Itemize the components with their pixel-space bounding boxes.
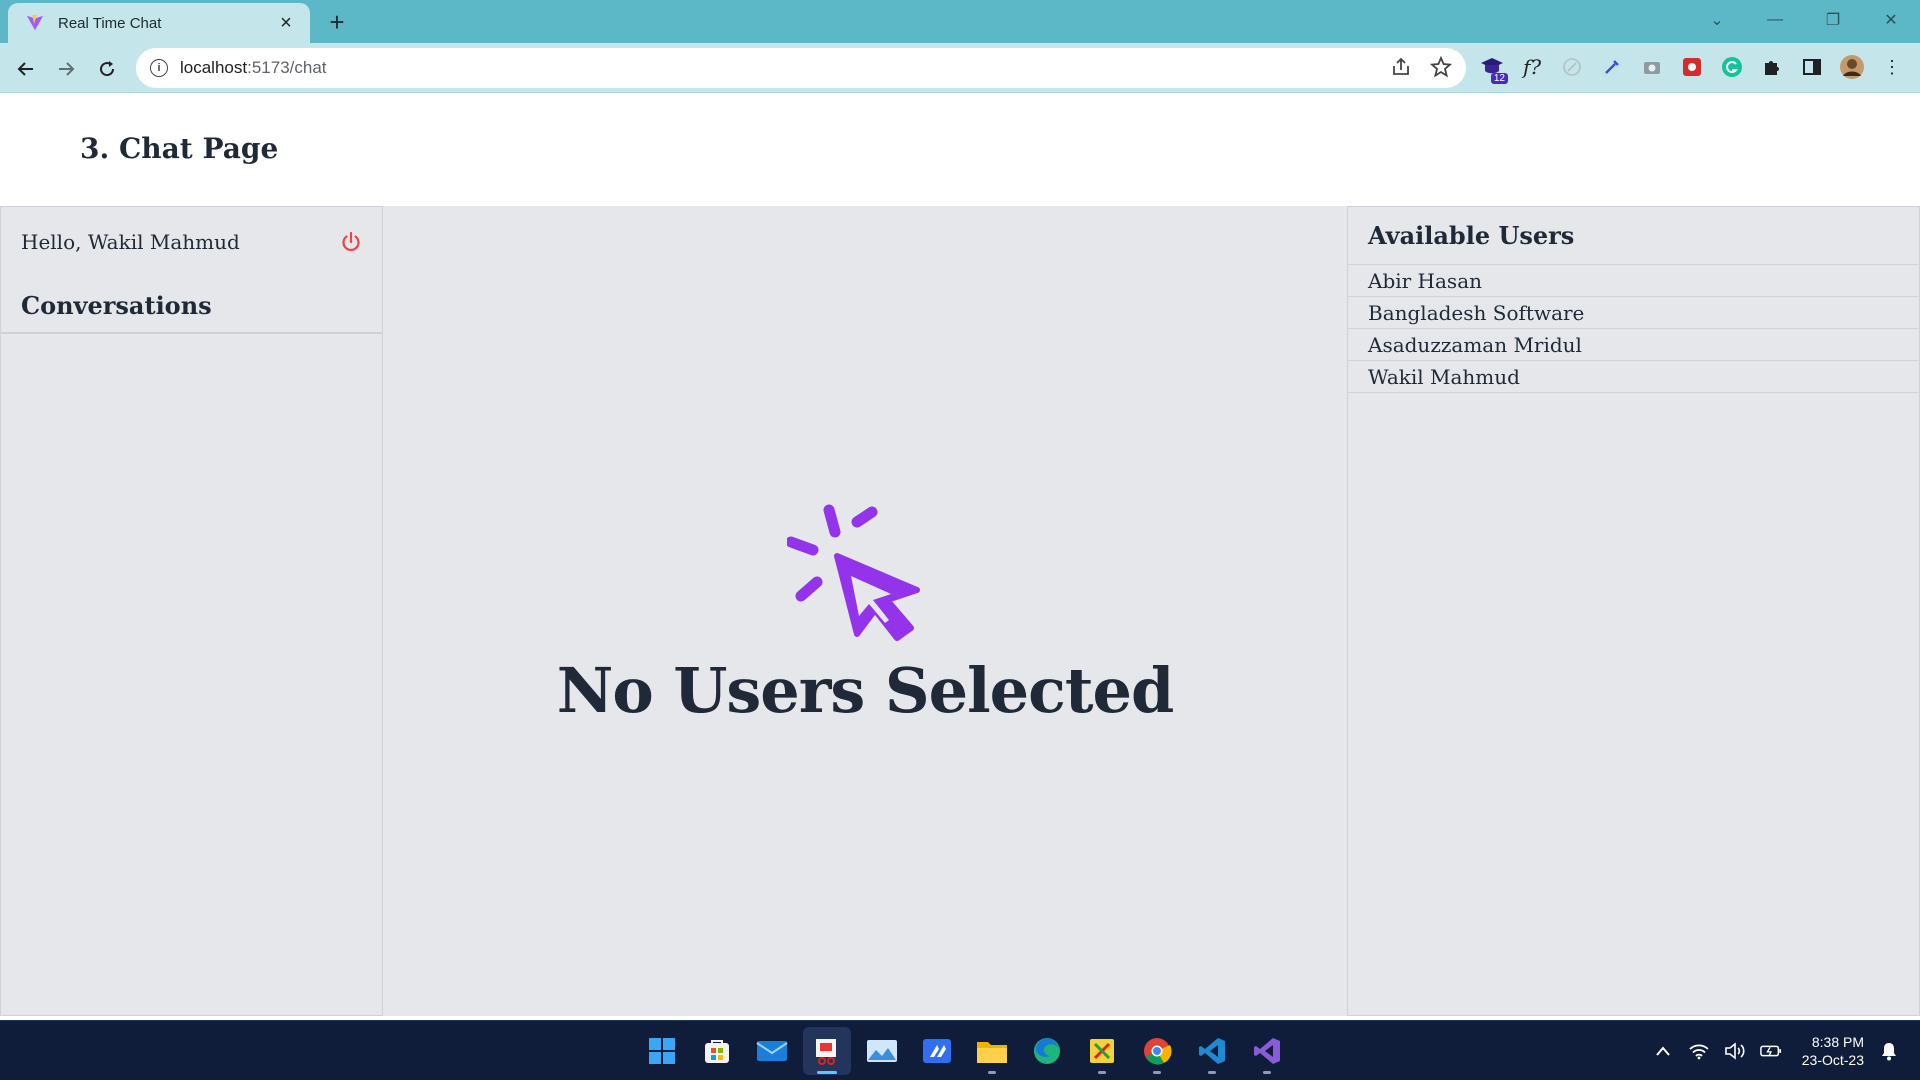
sticky-app-icon[interactable] xyxy=(1078,1027,1126,1075)
tab-search-icon[interactable]: ⌄ xyxy=(1688,0,1746,40)
disabled-extension-icon[interactable] xyxy=(1558,51,1586,83)
profile-avatar[interactable] xyxy=(1838,51,1866,83)
greeting-text: Hello, Wakil Mahmud xyxy=(21,230,240,254)
notification-bell-icon[interactable] xyxy=(1878,1040,1900,1062)
system-clock[interactable]: 8:38 PM 23-Oct-23 xyxy=(1802,1033,1864,1069)
windows-taskbar: 8:38 PM 23-Oct-23 xyxy=(0,1020,1920,1080)
volume-icon[interactable] xyxy=(1724,1040,1746,1062)
grammarly-icon[interactable] xyxy=(1718,51,1746,83)
browser-tab[interactable]: Real Time Chat × xyxy=(8,3,310,43)
cursor-click-icon xyxy=(787,504,920,641)
address-bar[interactable]: i localhost:5173/chat xyxy=(136,48,1466,88)
chrome-icon[interactable] xyxy=(1133,1027,1181,1075)
conversations-heading: Conversations xyxy=(21,291,212,320)
windows-start-icon[interactable] xyxy=(638,1027,686,1075)
browser-tab-bar: Real Time Chat × + ⌄ — ❐ ✕ xyxy=(0,0,1920,43)
close-window-icon[interactable]: ✕ xyxy=(1862,0,1920,40)
microsoft-store-icon[interactable] xyxy=(693,1027,741,1075)
running-indicator xyxy=(988,1071,996,1074)
running-indicator xyxy=(1098,1071,1106,1074)
extensions-puzzle-icon[interactable] xyxy=(1758,51,1786,83)
page-header: 3. Chat Page xyxy=(0,94,1920,206)
visual-studio-icon[interactable] xyxy=(1243,1027,1291,1075)
extensions-row: 12 f? ⋮ xyxy=(1478,51,1906,84)
running-indicator xyxy=(1208,1071,1216,1074)
window-controls: ⌄ — ❐ ✕ xyxy=(1688,0,1920,40)
back-arrow-icon[interactable] xyxy=(10,53,42,85)
snipping-tool-icon[interactable] xyxy=(803,1027,851,1075)
running-indicator xyxy=(1263,1071,1271,1074)
photos-icon[interactable] xyxy=(858,1027,906,1075)
running-indicator xyxy=(1153,1071,1161,1074)
active-indicator xyxy=(817,1071,837,1074)
user-list-item[interactable]: Asaduzzaman Mridul xyxy=(1348,329,1919,361)
browser-menu-icon[interactable]: ⋮ xyxy=(1878,51,1906,83)
forward-arrow-icon[interactable] xyxy=(50,53,82,85)
font-finder-extension-icon[interactable]: f? xyxy=(1518,51,1546,83)
red-extension-icon[interactable] xyxy=(1678,51,1706,83)
restore-icon[interactable]: ❐ xyxy=(1804,0,1862,40)
vscode-icon[interactable] xyxy=(1188,1027,1236,1075)
color-picker-extension-icon[interactable] xyxy=(1598,51,1626,83)
edge-icon[interactable] xyxy=(1023,1027,1071,1075)
system-tray: 8:38 PM 23-Oct-23 xyxy=(1652,1021,1900,1080)
user-list-item[interactable]: Bangladesh Software xyxy=(1348,297,1919,329)
vite-favicon-icon xyxy=(26,13,46,33)
logout-power-icon[interactable] xyxy=(338,229,364,255)
site-info-icon[interactable]: i xyxy=(150,59,168,77)
url-host: localhost xyxy=(180,58,248,77)
screenshot-extension-icon[interactable] xyxy=(1638,51,1666,83)
reload-icon[interactable] xyxy=(91,53,123,85)
tab-title: Real Time Chat xyxy=(58,14,162,32)
graduation-cap-extension-icon[interactable]: 12 xyxy=(1478,51,1508,84)
chat-app: Hello, Wakil Mahmud Conversations No Use… xyxy=(0,206,1920,1016)
page-title: 3. Chat Page xyxy=(80,132,279,165)
conversations-divider xyxy=(1,332,382,334)
conversations-sidebar: Hello, Wakil Mahmud Conversations xyxy=(0,206,383,1016)
clock-time: 8:38 PM xyxy=(1811,1034,1864,1050)
user-list-item[interactable]: Abir Hasan xyxy=(1348,265,1919,297)
minimize-icon[interactable]: — xyxy=(1746,0,1804,40)
chat-main-area: No Users Selected xyxy=(383,206,1347,1016)
wifi-icon[interactable] xyxy=(1688,1040,1710,1062)
new-tab-button[interactable]: + xyxy=(322,7,352,37)
chevron-up-icon[interactable] xyxy=(1652,1040,1674,1062)
visual-studio-code-alt-icon[interactable] xyxy=(913,1027,961,1075)
bookmark-star-icon[interactable] xyxy=(1429,55,1453,83)
share-icon[interactable] xyxy=(1390,56,1412,83)
url-path: :5173/chat xyxy=(247,58,327,77)
clock-date: 23-Oct-23 xyxy=(1801,1052,1864,1068)
user-list-item[interactable]: Wakil Mahmud xyxy=(1348,361,1919,393)
empty-state-message: No Users Selected xyxy=(556,654,1175,727)
file-explorer-icon[interactable] xyxy=(968,1027,1016,1075)
mail-icon[interactable] xyxy=(748,1027,796,1075)
available-users-heading: Available Users xyxy=(1348,207,1919,265)
browser-toolbar: i localhost:5173/chat 12 f? ⋮ xyxy=(0,43,1920,93)
extension-badge: 12 xyxy=(1490,73,1508,84)
close-tab-icon[interactable]: × xyxy=(274,11,298,35)
available-users-panel: Available Users Abir Hasan Bangladesh So… xyxy=(1347,206,1920,1016)
side-panel-icon[interactable] xyxy=(1798,51,1826,83)
battery-icon[interactable] xyxy=(1759,1040,1782,1062)
